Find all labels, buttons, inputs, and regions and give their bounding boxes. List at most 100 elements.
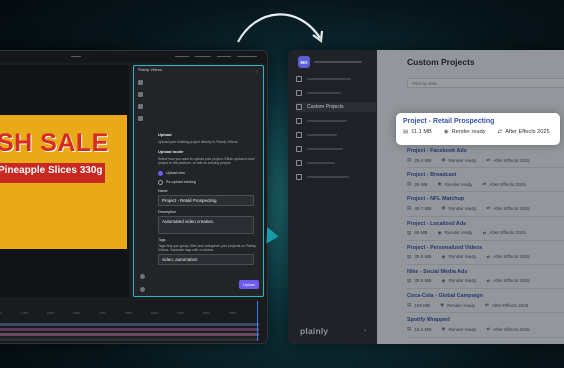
project-row[interactable]: Project - NFL Matchup ▤ 40.7 MB ◉ Render rea… <box>407 192 564 217</box>
ae-version-value: After Effects 2025 <box>493 326 530 332</box>
timeline-track[interactable] <box>0 323 259 326</box>
help-icon[interactable] <box>140 287 145 292</box>
project-name-link[interactable]: Project - Facebook Ads <box>407 148 564 154</box>
sidebar-item[interactable] <box>296 88 376 98</box>
project-row[interactable]: Project - Facebook Ads ▤ 26.4 MB ◉ Render re… <box>407 144 564 169</box>
project-meta: ▤ 35.5 MB ◉ Render ready ⇄ After Effects 2025 <box>407 278 564 284</box>
chart-icon <box>296 76 302 82</box>
check-circle-icon: ◉ <box>443 129 449 135</box>
playhead[interactable] <box>257 301 258 341</box>
folder-icon <box>296 104 302 110</box>
check-circle-icon: ◉ <box>441 205 446 211</box>
sidebar-item[interactable] <box>296 144 376 154</box>
project-name-link[interactable]: Nike - Social Media Ads <box>407 269 564 275</box>
ae-version: ⇄ After Effects 2025 <box>486 205 529 211</box>
ae-version: ⇄ After Effects 2025 <box>486 326 529 332</box>
file-size: ▤ 150 MB <box>407 302 430 308</box>
ae-version-icon: ⇄ <box>486 253 491 259</box>
project-name-link[interactable]: Project - NFL Matchup <box>407 196 564 202</box>
ae-version: ⇄ After Effects 2025 <box>486 157 529 163</box>
workspace-name-placeholder <box>314 61 362 63</box>
project-name-link[interactable]: Project - Broadcast <box>407 172 564 178</box>
file-size: ▤ 11.1 MB <box>403 129 432 135</box>
folder-icon[interactable] <box>138 104 143 109</box>
sidebar-item-custom-projects[interactable]: Custom Projects <box>296 102 376 112</box>
file-size-value: 26.4 MB <box>414 157 432 163</box>
project-name-link[interactable]: Project - Localized Ads <box>407 221 564 227</box>
radio-upload-new[interactable]: Upload new <box>158 170 258 176</box>
ae-version-value: After Effects 2025 <box>505 129 550 135</box>
composition-viewer[interactable]: SH SALE Pineapple Slices 330g <box>0 65 129 297</box>
description-field[interactable]: Automated video creation. <box>158 215 254 234</box>
check-circle-icon: ◉ <box>441 157 446 162</box>
tags-label: Tags <box>158 237 166 242</box>
project-row[interactable]: Project - Localized Ads ▤ 69 MB ◉ Render rea… <box>407 217 564 241</box>
radio-label: Upload new <box>166 171 185 176</box>
render-status-value: Render ready <box>448 157 477 163</box>
chevron-left-icon[interactable]: ‹ <box>364 328 366 334</box>
project-row[interactable]: Project - Broadcast ▤ 29 MB ◉ Render ready ⇄ A… <box>407 168 564 193</box>
ae-version: ⇄ After Effects 2025 <box>486 254 529 260</box>
render-status: ◉ Render ready <box>441 157 476 163</box>
file-icon: ▤ <box>407 157 412 162</box>
sidebar-item[interactable] <box>296 172 376 182</box>
render-status-value: Render ready <box>448 278 477 284</box>
radio-empty-icon <box>158 179 163 185</box>
project-meta: ▤ 26.4 MB ◉ Render ready ⇄ After Effects 2025 <box>407 157 564 163</box>
name-label: Name <box>158 188 168 193</box>
ae-version-icon: ⇄ <box>486 326 491 332</box>
project-name-link[interactable]: Coca-Cola - Global Campaign <box>407 293 564 299</box>
project-row[interactable]: Spotify Wrapped ▤ 15.2 MB ◉ Render ready ⇄ Aft… <box>407 313 564 338</box>
ae-version-icon: ⇄ <box>497 129 503 135</box>
file-size: ▤ 15.2 MB <box>407 326 431 332</box>
ae-version-icon: ⇄ <box>486 157 491 162</box>
sale-artwork: SH SALE Pineapple Slices 330g <box>0 115 127 249</box>
radio-label: Re-upload existing <box>166 180 196 185</box>
product-band: Pineapple Slices 330g <box>0 163 105 183</box>
ruler-tick: 2:00f <box>47 311 54 315</box>
file-size-value: 35.5 MB <box>414 254 432 260</box>
tags-desc: Tags help you group, filter and categori… <box>158 243 257 252</box>
upload-icon[interactable] <box>138 92 143 97</box>
sale-headline: SH SALE <box>0 129 109 157</box>
project-row[interactable]: Coca-Cola - Global Campaign ▤ 150 MB ◉ Rende… <box>407 289 564 314</box>
ae-version-value: After Effects 2025 <box>493 205 530 211</box>
ae-version-icon: ⇄ <box>486 205 491 211</box>
ae-version: ⇄ After Effects 2025 <box>486 278 529 284</box>
radio-reupload-existing[interactable]: Re-upload existing <box>158 179 258 185</box>
timeline-panel[interactable]: 0:00f 1:00f 2:00f 3:00f 4:00f 5:00f 6:00… <box>0 301 267 343</box>
project-name-link[interactable]: Project - Retail Prospecting <box>403 118 553 125</box>
project-row[interactable]: Nike - Social Media Ads ▤ 35.5 MB ◉ Render r… <box>407 265 564 290</box>
list-icon[interactable] <box>138 116 143 121</box>
avatar[interactable]: MO <box>298 56 310 68</box>
file-size-value: 150 MB <box>414 302 431 308</box>
sidebar-item[interactable] <box>296 130 376 140</box>
timeline-track[interactable] <box>0 333 259 336</box>
video-icon <box>296 118 302 124</box>
timeline-track[interactable] <box>0 328 259 331</box>
upload-button[interactable]: Upload <box>239 280 259 289</box>
render-status-value: Render ready <box>444 181 473 187</box>
project-meta: ▤ 69 MB ◉ Render ready ⇄ After Effects 2025 <box>407 230 564 236</box>
tags-field[interactable]: video, automation <box>158 254 254 266</box>
project-row[interactable]: Project - Personalized Videos ▤ 35.5 MB ◉ Re… <box>407 241 564 265</box>
sidebar-item[interactable] <box>296 158 376 168</box>
curved-arrow-icon <box>237 13 324 44</box>
filter-input[interactable]: Filter by state <box>407 78 564 88</box>
settings-icon[interactable] <box>140 274 145 279</box>
render-status: ◉ Render ready <box>441 326 476 332</box>
render-status: ◉ Render ready <box>444 129 486 135</box>
project-name-link[interactable]: Project - Personalized Videos <box>407 245 564 251</box>
render-status-value: Render ready <box>448 254 477 260</box>
file-size: ▤ 69 MB <box>407 230 428 236</box>
project-name-link[interactable]: Spotify Wrapped <box>407 317 564 323</box>
render-status: ◉ Render ready <box>438 181 473 187</box>
sidebar-item[interactable] <box>296 74 376 84</box>
timeline-track[interactable] <box>0 338 259 341</box>
home-icon[interactable] <box>138 80 143 85</box>
highlighted-project-card[interactable]: Project - Retail Prospecting ▤ 11.1 MB ◉… <box>397 114 559 144</box>
file-size: ▤ 35.5 MB <box>407 254 431 260</box>
panel-menu-icon[interactable]: ≡ <box>256 69 258 74</box>
sidebar-item[interactable] <box>296 116 376 126</box>
name-field[interactable]: Project - Retail Prospecting <box>158 194 254 206</box>
